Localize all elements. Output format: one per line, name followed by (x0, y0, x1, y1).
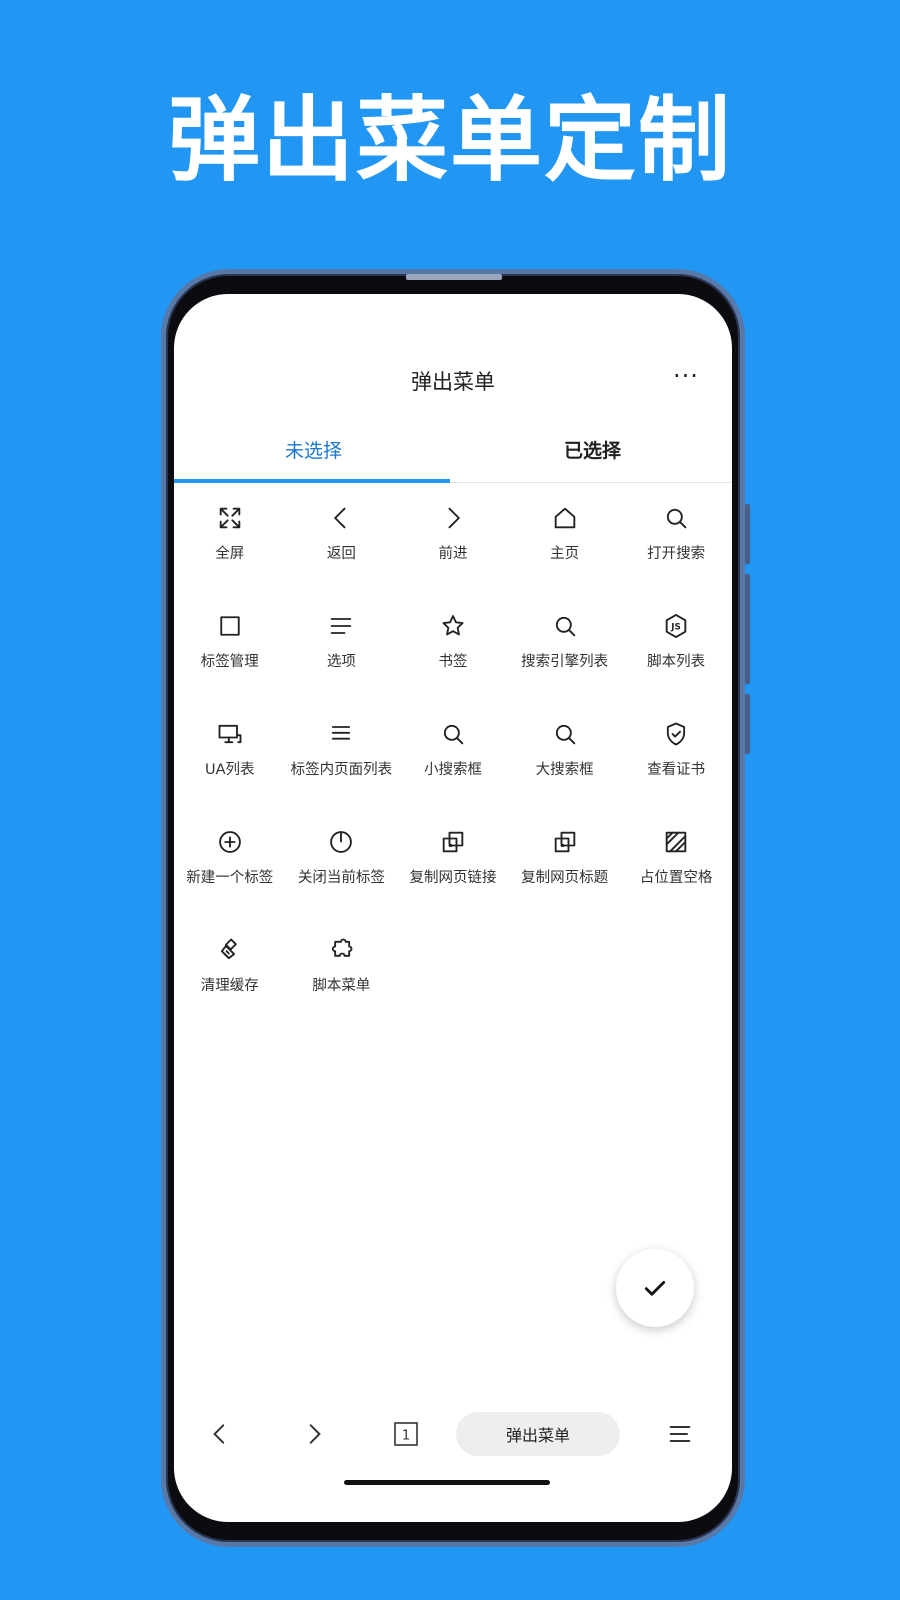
menu-item-chevron-left[interactable]: 返回 (286, 494, 398, 602)
home-icon (549, 502, 581, 534)
tab-count: 1 (402, 1429, 410, 1444)
menu-item-search[interactable]: 小搜索框 (397, 710, 509, 818)
menu-item-copy[interactable]: 复制网页链接 (397, 818, 509, 926)
menu-item-monitor[interactable]: UA列表 (174, 710, 286, 818)
forward-button[interactable] (290, 1410, 338, 1458)
menu-item-label: 脚本列表 (647, 654, 706, 670)
menu-item-label: 返回 (326, 546, 356, 562)
menu-item-grid: 全屏 返回 前进 主页 打开搜索标签管理 选项 书签 搜索引擎列表 JS 脚本列表 UA列表 标签内页… (174, 494, 732, 1034)
menu-item-label: 全屏 (215, 546, 245, 562)
search-icon (437, 718, 469, 750)
js-icon: JS (660, 610, 692, 642)
menu-item-label: UA列表 (205, 762, 255, 778)
menu-icon (669, 1426, 691, 1442)
menu-item-brush[interactable]: 清理缓存 (174, 926, 286, 1034)
puzzle-icon (325, 934, 357, 966)
menu-item-shield-check[interactable]: 查看证书 (620, 710, 732, 818)
search-icon (660, 502, 692, 534)
phone-side-button (745, 504, 750, 564)
menu-item-fullscreen[interactable]: 全屏 (174, 494, 286, 602)
svg-text:JS: JS (670, 623, 681, 633)
chevron-left-icon (213, 1424, 225, 1444)
list-icon (325, 718, 357, 750)
phone-speaker (406, 274, 502, 280)
menu-item-puzzle[interactable]: 脚本菜单 (286, 926, 398, 1034)
menu-item-plus-circle[interactable]: 新建一个标签 (174, 818, 286, 926)
tabs-count-button[interactable]: 1 (382, 1410, 430, 1458)
menu-item-square[interactable]: 标签管理 (174, 602, 286, 710)
chevron-right-icon (437, 502, 469, 534)
more-icon: ··· (673, 362, 699, 390)
chevron-right-icon (309, 1424, 321, 1444)
home-indicator (344, 1480, 550, 1485)
tab-bar: 未选择 已选择 (174, 414, 732, 484)
placeholder-icon (660, 826, 692, 858)
menu-item-label: 标签管理 (200, 654, 259, 670)
confirm-button[interactable] (616, 1249, 694, 1327)
menu-item-placeholder[interactable]: 占位置空格 (620, 818, 732, 926)
copy-icon (437, 826, 469, 858)
menu-item-search[interactable]: 大搜索框 (509, 710, 621, 818)
menu-item-home[interactable]: 主页 (509, 494, 621, 602)
menu-item-label: 复制网页标题 (521, 870, 609, 886)
monitor-icon (214, 718, 246, 750)
menu-item-label: 小搜索框 (423, 762, 482, 778)
search-icon (549, 610, 581, 642)
menu-item-label: 查看证书 (647, 762, 706, 778)
more-options-button[interactable]: ··· (668, 358, 704, 394)
menu-item-copy[interactable]: 复制网页标题 (509, 818, 621, 926)
menu-item-js[interactable]: JS 脚本列表 (620, 602, 732, 710)
menu-item-label: 复制网页链接 (409, 870, 497, 886)
menu-item-lines[interactable]: 选项 (286, 602, 398, 710)
square-icon (214, 610, 246, 642)
menu-item-label: 新建一个标签 (186, 870, 274, 886)
brush-icon (214, 934, 246, 966)
fullscreen-icon (214, 502, 246, 534)
menu-item-label: 搜索引擎列表 (521, 654, 609, 670)
plus-circle-icon (214, 826, 246, 858)
back-button[interactable] (196, 1410, 244, 1458)
tab-selected[interactable]: 已选择 (453, 414, 732, 484)
menu-item-label: 关闭当前标签 (297, 870, 385, 886)
menu-item-label: 占位置空格 (639, 870, 713, 886)
menu-item-search[interactable]: 打开搜索 (620, 494, 732, 602)
copy-icon (549, 826, 581, 858)
menu-button[interactable] (656, 1410, 704, 1458)
menu-item-label: 打开搜索 (647, 546, 706, 562)
lines-icon (325, 610, 357, 642)
menu-item-list[interactable]: 标签内页面列表 (286, 710, 398, 818)
menu-item-label: 标签内页面列表 (290, 762, 393, 778)
menu-item-label: 脚本菜单 (312, 978, 371, 994)
menu-item-label: 选项 (326, 654, 356, 670)
menu-item-chevron-right[interactable]: 前进 (397, 494, 509, 602)
app-screen: 弹出菜单 ··· 未选择 已选择 全屏 返回 前进 主页 打开搜索标签管理 选项 书签 搜索引… (174, 294, 732, 1522)
tab-count-icon: 1 (394, 1422, 418, 1446)
menu-item-label: 前进 (438, 546, 468, 562)
page-title: 弹出菜单 (411, 370, 495, 394)
tab-indicator (174, 479, 450, 483)
menu-item-power[interactable]: 关闭当前标签 (286, 818, 398, 926)
tab-unselected[interactable]: 未选择 (174, 414, 453, 484)
phone-frame: 弹出菜单 ··· 未选择 已选择 全屏 返回 前进 主页 打开搜索标签管理 选项 书签 搜索引… (161, 269, 750, 1547)
menu-item-label: 大搜索框 (535, 762, 594, 778)
menu-item-label: 主页 (550, 546, 580, 562)
power-icon (325, 826, 357, 858)
check-icon (644, 1281, 666, 1296)
menu-item-label: 书签 (438, 654, 468, 670)
menu-item-search[interactable]: 搜索引擎列表 (509, 602, 621, 710)
menu-item-label: 清理缓存 (200, 978, 259, 994)
shield-check-icon (660, 718, 692, 750)
phone-power-button (745, 694, 750, 754)
menu-item-star[interactable]: 书签 (397, 602, 509, 710)
popup-menu-button[interactable]: 弹出菜单 (456, 1412, 620, 1456)
phone-volume-button (745, 574, 750, 684)
star-icon (437, 610, 469, 642)
search-icon (549, 718, 581, 750)
promo-title: 弹出菜单定制 (167, 87, 732, 194)
bottom-toolbar: 1 弹出菜单 (174, 1404, 732, 1464)
chevron-left-icon (325, 502, 357, 534)
